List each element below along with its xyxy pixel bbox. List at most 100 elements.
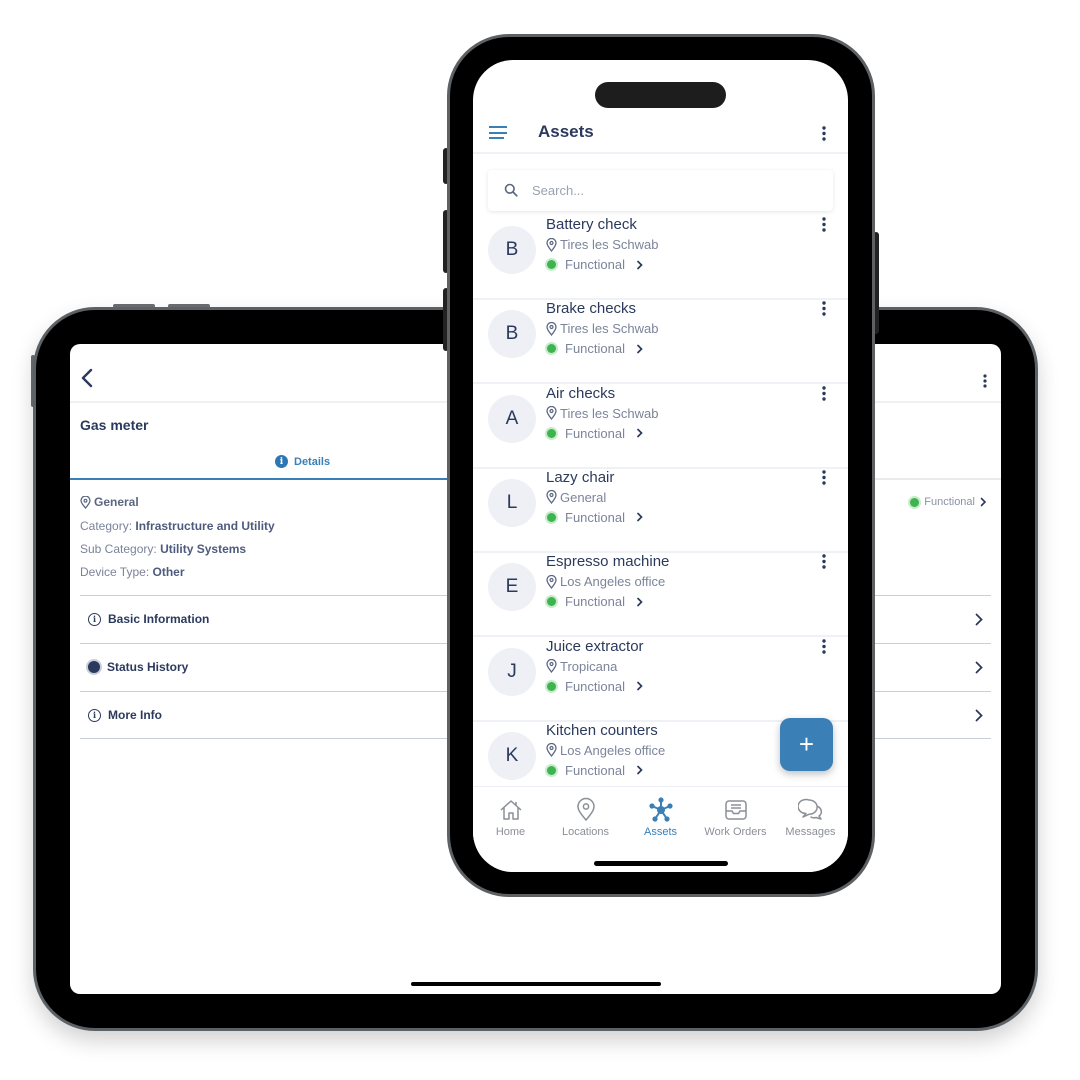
asset-status[interactable]: Functional <box>546 510 643 525</box>
asset-avatar: J <box>488 647 536 696</box>
location-pin-icon <box>546 237 557 252</box>
category-value: Infrastructure and Utility <box>135 519 275 533</box>
status-dot-icon <box>547 681 556 691</box>
device-type-label: Device Type: <box>80 565 150 579</box>
nav-label: Assets <box>643 826 677 838</box>
chevron-right-icon <box>975 613 983 626</box>
asset-name: Juice extractor <box>546 637 644 655</box>
asset-location: Tropicana <box>546 659 617 674</box>
status-dot-icon <box>547 344 556 354</box>
chat-bubbles-icon <box>797 798 822 820</box>
nav-label: Home <box>495 826 526 838</box>
asset-status[interactable]: Functional <box>546 426 643 441</box>
more-vertical-icon[interactable] <box>822 470 826 485</box>
more-vertical-icon[interactable] <box>983 374 987 388</box>
chevron-right-icon <box>637 428 643 438</box>
info-icon: i <box>275 455 288 468</box>
asset-name: Kitchen counters <box>546 721 658 739</box>
search-input[interactable] <box>532 180 812 200</box>
more-vertical-icon[interactable] <box>822 638 826 654</box>
chevron-right-icon <box>975 661 983 674</box>
asset-name: Air checks <box>546 384 616 402</box>
tablet-home-indicator[interactable] <box>411 982 661 986</box>
asset-list-item[interactable]: J Juice extractor Tropicana Functional <box>473 638 848 722</box>
more-vertical-icon[interactable] <box>822 385 826 401</box>
home-icon <box>499 800 522 820</box>
search-bar <box>488 170 833 211</box>
asset-status[interactable]: Functional <box>546 341 643 356</box>
status-dot-icon <box>547 597 556 607</box>
status-dot-icon <box>547 765 556 775</box>
asset-location-label: Tires les Schwab <box>560 321 659 337</box>
asset-avatar: B <box>488 310 536 359</box>
search-icon <box>504 183 518 197</box>
phone-home-indicator[interactable] <box>594 861 728 866</box>
device-type-row: Device Type: Other <box>80 565 185 579</box>
asset-status-label: Functional <box>565 257 625 272</box>
asset-list-item[interactable]: B Brake checks Tires les Schwab Functional <box>473 300 848 385</box>
radio-dot-icon <box>88 661 100 673</box>
asset-list-item[interactable]: L Lazy chair General Functional <box>473 469 848 553</box>
inbox-tray-icon <box>724 800 747 820</box>
asset-status-label: Functional <box>565 762 625 778</box>
asset-location: Tires les Schwab <box>546 406 659 421</box>
chevron-right-icon <box>637 681 643 691</box>
category-row: Category: Infrastructure and Utility <box>80 519 275 533</box>
subcategory-label: Sub Category: <box>80 542 157 556</box>
more-vertical-icon[interactable] <box>822 301 826 316</box>
tab-details-label: Details <box>294 455 331 468</box>
general-location: General <box>80 495 139 509</box>
asset-list-item[interactable]: E Espresso machine Los Angeles office Funct… <box>473 553 848 638</box>
info-circle-icon: i <box>88 612 101 626</box>
asset-avatar: K <box>488 731 536 780</box>
asset-avatar: B <box>488 226 536 274</box>
more-vertical-icon[interactable] <box>822 217 826 232</box>
asset-status[interactable]: Functional <box>546 257 643 272</box>
more-vertical-icon[interactable] <box>822 554 826 569</box>
more-vertical-icon[interactable] <box>822 126 826 141</box>
asset-status[interactable]: Functional <box>546 763 643 778</box>
asset-location-label: Los Angeles office <box>560 574 666 590</box>
asset-location: Los Angeles office <box>546 743 665 758</box>
location-pin-icon <box>546 321 557 336</box>
nav-item-home[interactable]: Home <box>473 797 548 838</box>
location-pin-icon <box>546 574 557 589</box>
location-pin-icon <box>546 659 557 673</box>
chevron-right-icon <box>637 597 643 607</box>
app-header: Assets <box>473 112 848 154</box>
menu-icon[interactable] <box>489 126 507 139</box>
nav-label: Locations <box>561 826 610 838</box>
nav-label: Messages <box>785 826 836 838</box>
status-dot-icon <box>547 260 556 269</box>
device-type-value: Other <box>152 565 185 579</box>
info-circle-icon: i <box>88 708 101 722</box>
section-label: Basic Information <box>108 612 210 626</box>
asset-location-label: Tires les Schwab <box>560 237 659 252</box>
nav-item-messages[interactable]: Messages <box>773 797 848 838</box>
asset-list-item[interactable]: A Air checks Tires les Schwab Functional <box>473 385 848 469</box>
add-asset-button[interactable]: + <box>780 718 833 771</box>
nav-label: Work Orders <box>704 826 767 838</box>
nav-item-locations[interactable]: Locations <box>548 797 623 838</box>
chevron-right-icon <box>637 765 643 775</box>
page-title: Assets <box>538 122 594 141</box>
back-arrow-icon[interactable] <box>80 368 94 388</box>
general-location-label: General <box>94 495 139 509</box>
asset-status[interactable]: Functional <box>546 679 643 694</box>
asset-location-label: Tropicana <box>560 658 618 674</box>
asset-location: Tires les Schwab <box>546 321 659 336</box>
bottom-navigation: Home Locations Assets Work Orders Messag… <box>473 786 848 872</box>
nav-item-work-orders[interactable]: Work Orders <box>698 797 773 838</box>
nav-item-assets[interactable]: Assets <box>623 797 698 838</box>
asset-status-label: Functional <box>565 594 625 610</box>
chevron-right-icon <box>637 260 643 269</box>
location-pin-icon <box>546 406 557 421</box>
asset-list-item[interactable]: B Battery check Tires les Schwab Functional <box>473 216 848 300</box>
chevron-right-icon <box>975 709 983 722</box>
chevron-right-icon <box>980 497 987 507</box>
asset-status[interactable]: Functional <box>546 594 643 609</box>
asset-location-label: Los Angeles office <box>560 742 666 758</box>
asset-avatar: L <box>488 478 536 527</box>
status-badge[interactable]: Functional <box>910 496 987 508</box>
section-label: More Info <box>108 708 162 722</box>
